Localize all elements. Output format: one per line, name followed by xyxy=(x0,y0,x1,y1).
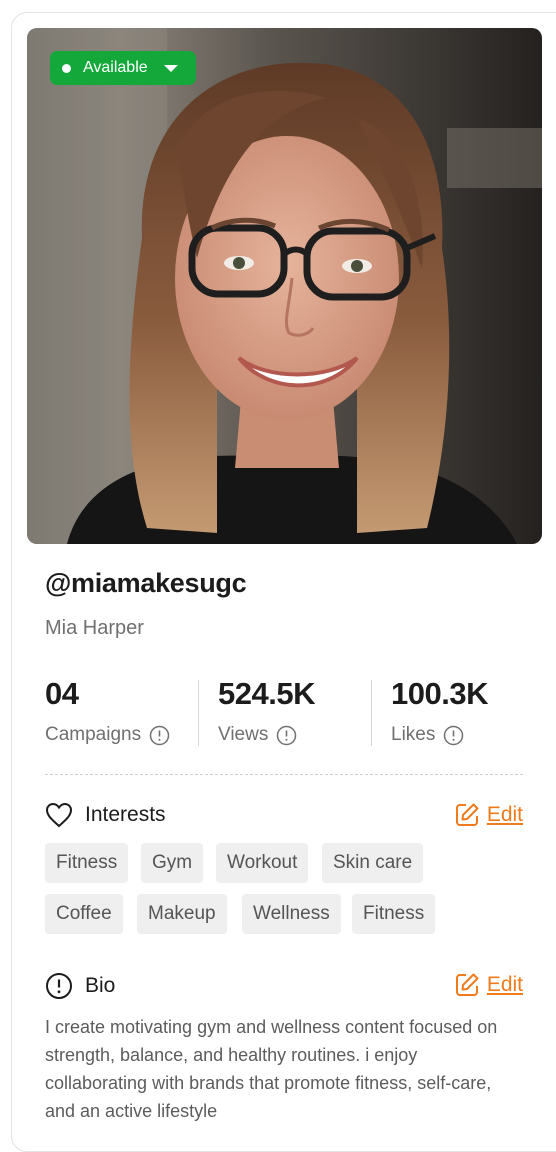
stat-divider xyxy=(371,680,372,746)
interest-tag[interactable]: Wellness xyxy=(242,894,341,934)
bio-text: I create motivating gym and wellness con… xyxy=(45,1017,498,1121)
stat-value: 04 xyxy=(45,676,79,711)
bio-title: Bio xyxy=(85,974,116,997)
stat-label: Views xyxy=(218,724,269,745)
edit-bio-button[interactable]: Edit xyxy=(453,971,523,999)
interest-tag[interactable]: Fitness xyxy=(352,894,436,934)
edit-label: Edit xyxy=(486,803,523,826)
stat-value: 100.3K xyxy=(391,676,488,711)
profile-name: Mia Harper xyxy=(45,617,144,639)
stat-label: Campaigns xyxy=(45,724,142,745)
bio-heading: Bio xyxy=(45,972,115,1000)
stat-views: 524.5K Views xyxy=(218,676,315,746)
stat-label: Likes xyxy=(391,724,436,745)
interest-tag[interactable]: Gym xyxy=(141,843,204,883)
interest-tag[interactable]: Skin care xyxy=(322,843,424,883)
stat-campaigns: 04 Campaigns xyxy=(45,676,170,746)
stat-divider xyxy=(198,680,199,746)
edit-icon xyxy=(455,973,479,996)
info-icon[interactable] xyxy=(276,725,297,746)
status-label: Available xyxy=(83,59,148,76)
profile-handle: @miamakesugc xyxy=(45,568,247,598)
heart-icon xyxy=(45,802,73,828)
interest-tag[interactable]: Coffee xyxy=(45,894,123,934)
alert-circle-icon xyxy=(46,973,72,999)
stat-value: 524.5K xyxy=(218,676,315,711)
profile-photo xyxy=(27,28,542,544)
interests-title: Interests xyxy=(85,803,166,826)
stat-likes: 100.3K Likes xyxy=(391,676,488,746)
edit-label: Edit xyxy=(486,973,523,996)
info-icon[interactable] xyxy=(149,725,170,746)
interest-tag[interactable]: Fitness xyxy=(45,843,129,883)
interest-tag[interactable]: Makeup xyxy=(137,894,227,934)
section-divider xyxy=(45,774,523,775)
interest-tag[interactable]: Workout xyxy=(216,843,309,883)
chevron-down-icon xyxy=(163,64,178,72)
edit-icon xyxy=(455,803,479,826)
status-dot-icon xyxy=(62,63,71,73)
interests-heading: Interests xyxy=(45,802,166,828)
status-dropdown[interactable]: Available xyxy=(50,51,196,85)
info-icon[interactable] xyxy=(443,725,464,746)
edit-interests-button[interactable]: Edit xyxy=(453,801,523,829)
